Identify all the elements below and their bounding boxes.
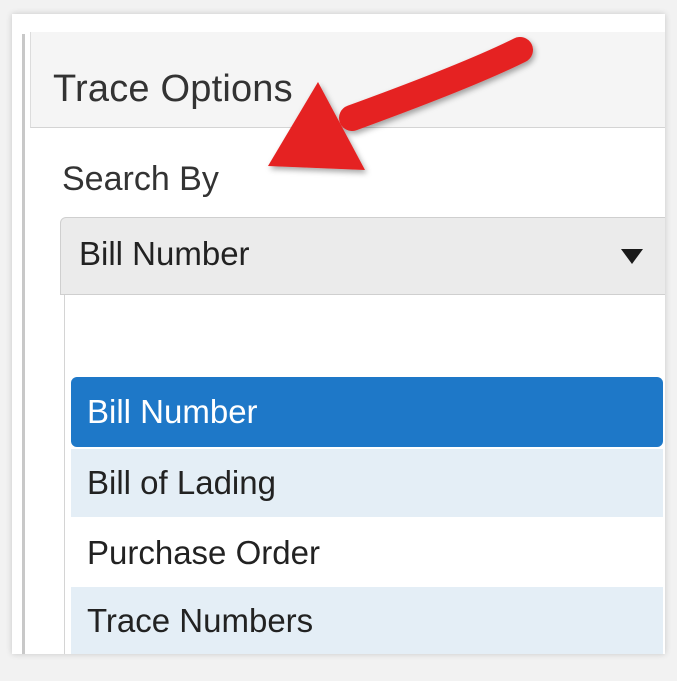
caret-down-icon	[621, 249, 643, 264]
select-current-value: Bill Number	[79, 235, 250, 272]
search-by-select[interactable]: Bill Number	[60, 217, 665, 295]
panel-title: Trace Options	[53, 68, 293, 110]
trace-options-panel: Trace Options Search By Bill Number Bill…	[12, 14, 665, 654]
panel-header: Trace Options	[30, 32, 665, 128]
dropdown-option-purchase-order[interactable]: Purchase Order	[71, 519, 663, 587]
dropdown-option-bill-number[interactable]: Bill Number	[71, 377, 663, 447]
left-divider	[22, 34, 25, 654]
dropdown-option-empty[interactable]	[71, 303, 663, 367]
search-by-dropdown-list: Bill Number Bill of Lading Purchase Orde…	[64, 295, 665, 654]
search-by-label: Search By	[62, 160, 219, 198]
dropdown-option-trace-numbers[interactable]: Trace Numbers	[71, 587, 663, 654]
screenshot-frame: Trace Options Search By Bill Number Bill…	[0, 0, 677, 681]
dropdown-option-bill-of-lading[interactable]: Bill of Lading	[71, 449, 663, 517]
